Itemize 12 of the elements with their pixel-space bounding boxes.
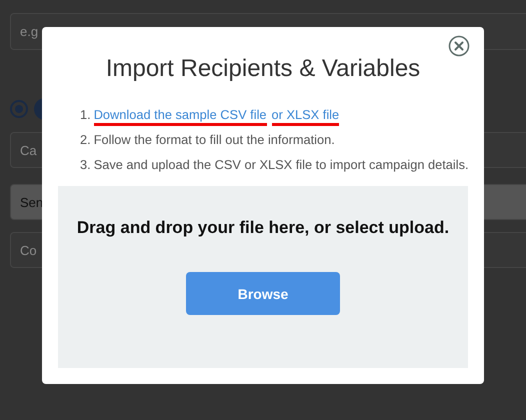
step-number: 1. xyxy=(80,107,91,122)
close-icon[interactable] xyxy=(448,35,470,57)
download-link[interactable]: or XLSX file xyxy=(272,107,340,122)
dialog-title: Import Recipients & Variables xyxy=(104,55,422,83)
step-number: 3. xyxy=(80,157,91,172)
browse-button[interactable]: Browse xyxy=(186,272,340,315)
step-number: 2. xyxy=(80,132,91,147)
radio-button[interactable] xyxy=(10,100,28,118)
download-link[interactable]: Download the sample CSV file xyxy=(94,107,267,122)
step-text: Save and upload the CSV or XLSX file to import campaign details. xyxy=(94,157,469,172)
dropzone-text: Drag and drop your file here, or select upload. xyxy=(76,218,450,238)
step-text: Follow the format to fill out the information. xyxy=(94,132,335,147)
